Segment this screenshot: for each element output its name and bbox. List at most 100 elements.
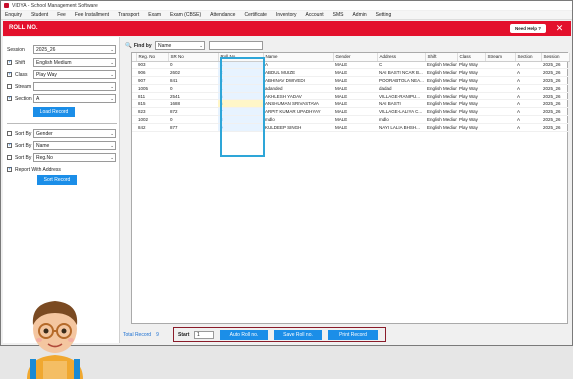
- menu-item-fee[interactable]: Fee: [57, 12, 66, 18]
- menu-item-attendance[interactable]: Attendance: [210, 12, 235, 18]
- save-roll-no-button[interactable]: Save Roll no.: [274, 330, 322, 340]
- roll-no-cell[interactable]: 3: [218, 76, 263, 85]
- section-select[interactable]: A ⌄: [33, 94, 116, 103]
- menu-item-certificate[interactable]: Certificate: [244, 12, 267, 18]
- need-help-button[interactable]: Need Help ?: [510, 24, 546, 33]
- sort1-select[interactable]: Gender ⌄: [33, 129, 116, 138]
- sort3-select[interactable]: Reg.No ⌄: [33, 153, 116, 162]
- sort2-select[interactable]: Name ⌄: [33, 141, 116, 150]
- table-cell: 823: [136, 107, 168, 117]
- sort2-checkbox[interactable]: [7, 142, 12, 148]
- roll-no-cell[interactable]: 5: [218, 92, 263, 101]
- menu-item-admin[interactable]: Admin: [352, 12, 366, 18]
- records-table: Reg. No SR No Roll No. Name Gender Address Shi…: [131, 52, 570, 324]
- close-icon[interactable]: ✕: [554, 23, 565, 34]
- column-header[interactable]: Shift: [425, 53, 458, 62]
- shift-value: English Medium: [36, 60, 72, 66]
- section-checkbox[interactable]: [7, 95, 12, 101]
- menu-item-sms[interactable]: SMS: [333, 12, 344, 18]
- roll-no-cell[interactable]: 4: [218, 84, 263, 93]
- menu-item-account[interactable]: Account: [306, 12, 324, 18]
- report-with-address-checkbox[interactable]: [7, 166, 12, 172]
- table-cell: MALE: [333, 115, 377, 124]
- table-cell: English Medium: [425, 84, 457, 93]
- chevron-down-icon: ⌄: [110, 47, 114, 52]
- menu-item-student[interactable]: Student: [31, 12, 48, 18]
- sort-record-button[interactable]: Sort Record: [37, 175, 77, 185]
- menu-item-exam-cbse[interactable]: Exam (CBSE): [170, 12, 201, 18]
- auto-roll-no-button[interactable]: Auto Roll no.: [220, 330, 268, 340]
- roll-no-cell[interactable]: 9: [218, 123, 263, 132]
- stream-select[interactable]: ⌄: [33, 82, 116, 91]
- column-header[interactable]: Reg. No: [136, 53, 169, 62]
- total-record-count: 9: [156, 332, 159, 338]
- roll-no-cell[interactable]: 7: [218, 107, 263, 117]
- chevron-down-icon: ⌄: [110, 60, 114, 65]
- table-cell: 0: [168, 61, 218, 70]
- table-row[interactable]: 903 0 1 A MALE C English Medium Play Way A 2025_2…: [132, 61, 569, 70]
- table-cell: MALE: [333, 68, 377, 78]
- print-record-button[interactable]: Print Record: [328, 330, 378, 340]
- column-header[interactable]: SR No: [168, 53, 219, 62]
- menu-item-exam[interactable]: Exam: [148, 12, 161, 18]
- table-row[interactable]: 907 841 3 ABHINAV DWIVEDI MALE POORABTOLA NEA…: [132, 76, 569, 85]
- table-row[interactable]: 811 2541 5 AKHLESH YADAV MALE VILLAGE-RANIPU.…: [132, 92, 569, 101]
- table-cell: 907: [136, 76, 168, 85]
- column-header[interactable]: Class: [457, 53, 486, 62]
- load-record-button[interactable]: Load Record: [33, 107, 75, 117]
- roll-no-cell[interactable]: 6: [218, 99, 263, 109]
- table-row[interactable]: 823 872 7 ARPIT KUMAR UPADHYAY MALE VILLAGE-L…: [132, 107, 569, 117]
- shift-checkbox[interactable]: [7, 59, 12, 65]
- records-panel: 🔍 Find by Name ⌄ Reg. No SR No Roll No. Name…: [121, 37, 571, 343]
- sort3-checkbox[interactable]: [7, 155, 12, 160]
- table-cell: NAYI LALIA BHSH...: [377, 123, 425, 132]
- start-input[interactable]: 1: [194, 331, 214, 339]
- table-cell: C: [377, 61, 425, 70]
- table-cell: mdlo: [263, 115, 333, 124]
- class-select[interactable]: Play Way ⌄: [33, 70, 116, 79]
- find-bar: 🔍 Find by: [125, 41, 152, 50]
- chevron-down-icon: ⌄: [110, 143, 114, 148]
- column-header[interactable]: Stream: [485, 53, 516, 62]
- sort2-value: Name: [36, 143, 50, 149]
- class-value: Play Way: [36, 72, 57, 78]
- column-header[interactable]: Session: [541, 53, 570, 62]
- column-header[interactable]: Roll No.: [218, 53, 264, 62]
- menu-item-enquiry[interactable]: Enquiry: [5, 12, 22, 18]
- chevron-down-icon: ⌄: [110, 155, 114, 160]
- sort1-checkbox[interactable]: [7, 131, 12, 136]
- stream-checkbox[interactable]: [7, 84, 12, 89]
- total-record: Total Record 9: [123, 332, 159, 338]
- menu-item-inventory[interactable]: Inventory: [276, 12, 297, 18]
- roll-no-cell[interactable]: 8: [218, 115, 263, 124]
- menu-item-transport[interactable]: Transport: [118, 12, 139, 18]
- section-label: Section: [15, 95, 32, 102]
- sort1-label: Sort By: [15, 130, 32, 137]
- column-header[interactable]: Gender: [333, 53, 378, 62]
- table-cell: 906: [136, 68, 168, 78]
- table-cell: Play Way: [457, 92, 485, 101]
- table-row[interactable]: 842 877 9 KULDEEP SINGH MALE NAYI LALIA BHSH.…: [132, 123, 569, 132]
- find-by-select[interactable]: Name ⌄: [155, 41, 205, 50]
- table-row[interactable]: 1002 0 8 mdlo MALE mdlo English Medium Play Way…: [132, 115, 569, 124]
- menu-item-setting[interactable]: Setting: [376, 12, 392, 18]
- session-select[interactable]: 2025_26 ⌄: [33, 45, 116, 54]
- class-checkbox[interactable]: [7, 71, 12, 77]
- column-header[interactable]: Address: [377, 53, 426, 62]
- roll-no-cell[interactable]: 1: [218, 61, 263, 70]
- column-header[interactable]: Name: [263, 53, 334, 62]
- table-row[interactable]: 1005 0 4 adanded MALE dadad English Medium Play…: [132, 84, 569, 93]
- find-by-label: Find by: [133, 42, 152, 49]
- sort3-value: Reg.No: [36, 155, 53, 161]
- table-cell: 1002: [136, 115, 168, 124]
- table-row[interactable]: 815 1688 6 ANSHUMAN SRIVASTAVA MALE NAI BASTI…: [132, 99, 569, 109]
- table-cell: MALE: [333, 76, 377, 85]
- menu-item-fee-installment[interactable]: Fee Installment: [75, 12, 109, 18]
- table-row[interactable]: 906 2602 2 ABDUL MUIZE MALE NAI BASTI NCAR B.…: [132, 68, 569, 78]
- roll-no-cell[interactable]: 2: [218, 68, 263, 78]
- title-bar: VIDYA - School Management Software: [1, 1, 572, 10]
- table-cell: [485, 123, 515, 132]
- find-search-input[interactable]: [209, 41, 263, 50]
- shift-select[interactable]: English Medium ⌄: [33, 58, 116, 67]
- column-header[interactable]: Section: [515, 53, 542, 62]
